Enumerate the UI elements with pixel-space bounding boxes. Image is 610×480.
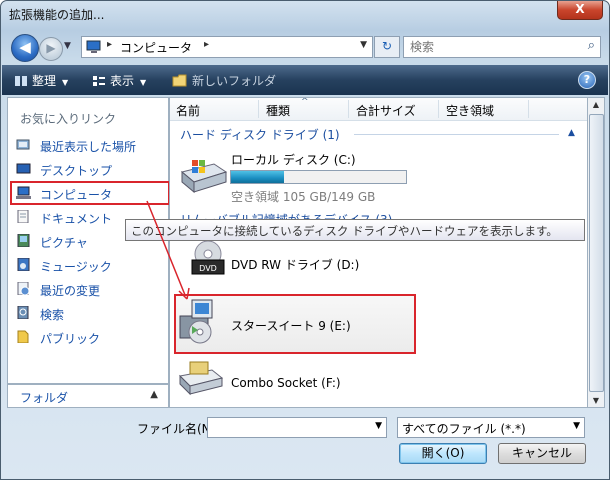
new-folder-button[interactable]: 新しいフォルダ [172,72,276,89]
recent-places-icon [16,139,30,150]
new-folder-label: 新しいフォルダ [192,74,277,88]
close-button[interactable]: X [557,1,603,20]
computer-highlight-box [10,181,170,205]
sidebar-item-public[interactable]: パブリック [14,327,164,347]
favorite-links-header: お気に入りリンク [20,112,117,126]
music-icon [17,258,30,271]
disk-usage-fill [231,171,284,183]
search-box[interactable]: ⌕ [403,36,601,58]
refresh-button[interactable]: ↻ [374,36,400,58]
filename-combobox[interactable]: ▼ [207,417,387,438]
installer-disc-icon [179,299,213,344]
removable-drive-icon [178,361,224,396]
vertical-scrollbar[interactable]: ▲ ▼ [587,97,605,408]
column-divider[interactable] [438,100,439,118]
breadcrumb-computer[interactable]: コンピュータ [120,39,192,56]
scroll-down-icon[interactable]: ▼ [588,396,604,405]
window-title: 拡張機能の追加... [9,8,105,22]
drive-name: ローカル ディスク (C:) [231,153,356,167]
hard-disk-icon [180,160,228,194]
group-divider [354,134,559,135]
chevron-down-icon[interactable]: ▼ [573,421,580,431]
folders-toggle[interactable]: フォルダ ▲ [7,384,169,408]
sidebar-item-label: ミュージック [40,260,112,274]
chevron-down-icon[interactable]: ▼ [375,421,382,431]
tooltip-text: このコンピュータに接続しているディスク ドライブやハードウェアを表示します。 [131,224,558,238]
sidebar-item-desktop[interactable]: デスクトップ [14,159,164,179]
organize-icon [15,76,27,86]
free-space-text: 空き領域 105 GB/149 GB [231,190,376,204]
column-type[interactable]: 種類 [266,102,290,119]
column-header-row: 名前 種類 ^ 合計サイズ 空き領域 [170,98,588,121]
collapse-group-icon[interactable]: ▲ [568,128,575,138]
group-header-hard-disk[interactable]: ハード ディスク ドライブ (1) [180,126,340,143]
dvd-drive-icon: DVD [191,240,225,275]
back-arrow-icon: ◀ [19,38,31,56]
sidebar-item-recent-places[interactable]: 最近表示した場所 [14,135,164,155]
column-total-size[interactable]: 合計サイズ [356,102,416,119]
drive-name: スタースイート 9 (E:) [231,319,351,333]
chevron-down-icon: ▼ [62,78,69,87]
computer-tooltip: このコンピュータに接続しているディスク ドライブやハードウェアを表示します。 [125,219,585,241]
sidebar-item-label: 最近の変更 [40,284,101,298]
column-divider[interactable] [528,100,529,118]
file-list: 名前 種類 ^ 合計サイズ 空き領域 ハード ディスク ドライブ (1) ▲ ロ… [169,97,588,408]
sort-ascending-icon: ^ [301,97,309,107]
search-folder-icon [17,306,29,319]
sidebar-item-label: デスクトップ [40,164,113,178]
pictures-icon [17,234,30,247]
documents-icon [17,210,29,223]
refresh-icon: ↻ [381,39,393,53]
sidebar-item-label: ドキュメント [40,212,113,226]
view-label: 表示 [110,74,135,88]
organize-label: 整理 [32,74,57,88]
filetype-value: すべてのファイル (*.*) [402,422,526,436]
help-button[interactable]: ? [578,71,596,89]
history-dropdown-icon[interactable]: ▼ [64,41,71,51]
cancel-button[interactable]: キャンセル [498,443,586,464]
sidebar-item-label: 検索 [40,308,65,322]
computer-icon [86,40,101,53]
view-menu[interactable]: 表示 ▼ [92,72,146,89]
open-button[interactable]: 開く(O) [399,443,487,464]
search-input[interactable] [408,39,572,55]
sidebar-item-label: 最近表示した場所 [40,140,137,154]
address-bar[interactable]: ▸ コンピュータ ▸ ▼ [81,36,373,58]
command-bar: 整理 ▼ 表示 ▼ 新しいフォルダ ? [2,65,608,95]
column-name[interactable]: 名前 [176,102,200,119]
sidebar-item-music[interactable]: ミュージック [14,255,164,275]
dvd-badge: DVD [199,264,217,273]
back-button[interactable]: ◀ [11,34,39,62]
scroll-up-icon[interactable]: ▲ [588,100,604,109]
dialog-window: 拡張機能の追加... X ◀ ▶ ▼ ▸ コンピュータ ▸ ▼ ↻ ⌕ 整理 ▼ … [0,0,610,480]
scrollbar-thumb[interactable] [589,114,604,392]
view-icon [93,76,105,86]
sidebar-item-label: パブリック [40,332,101,346]
recent-changes-icon [17,282,30,295]
drive-name: Combo Socket (F:) [231,376,341,390]
public-folder-icon [17,330,29,343]
address-dropdown-icon[interactable]: ▼ [360,40,367,50]
sidebar-item-label: ピクチャ [40,236,88,250]
search-icon[interactable]: ⌕ [588,38,595,53]
disk-usage-bar [230,170,407,184]
chevron-up-icon: ▲ [150,389,158,400]
forward-arrow-icon: ▶ [46,41,56,55]
column-divider[interactable] [348,100,349,118]
new-folder-icon [172,74,187,87]
sidebar-item-recent-changes[interactable]: 最近の変更 [14,279,164,299]
organize-menu[interactable]: 整理 ▼ [14,72,68,89]
drive-name: DVD RW ドライブ (D:) [231,258,360,272]
chevron-down-icon: ▼ [140,78,147,87]
column-free-space[interactable]: 空き領域 [446,102,494,119]
folders-label: フォルダ [20,391,69,405]
column-divider[interactable] [258,100,259,118]
sidebar-item-searches[interactable]: 検索 [14,303,164,323]
breadcrumb-arrow-icon[interactable]: ▸ [204,39,209,50]
forward-button[interactable]: ▶ [39,37,63,61]
filename-input[interactable] [212,419,366,435]
filetype-select[interactable]: すべてのファイル (*.*) ▼ [397,417,585,438]
breadcrumb-arrow-icon[interactable]: ▸ [107,39,112,50]
desktop-icon [16,163,31,174]
